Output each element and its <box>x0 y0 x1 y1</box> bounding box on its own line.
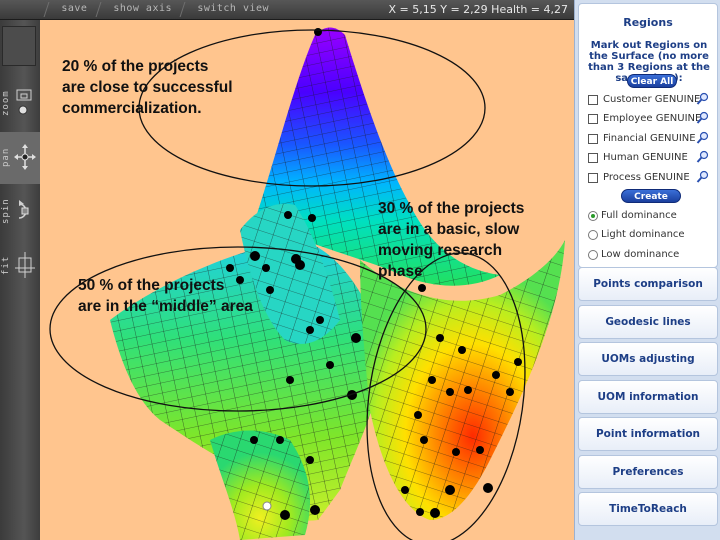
geodesic-lines-button[interactable]: Geodesic lines <box>578 305 718 339</box>
uoms-adjusting-button[interactable]: UOMs adjusting <box>578 342 718 376</box>
regions-section: Regions Mark out Regions on the Surface … <box>578 3 718 268</box>
checkbox-label: Human GENUINE <box>603 152 688 163</box>
checkbox-label: Process GENUINE <box>603 172 690 183</box>
create-new-button[interactable]: Create New <box>621 189 681 216</box>
region-checkbox-customer[interactable]: Customer GENUINE <box>586 92 712 108</box>
spin-tool[interactable]: spin <box>0 186 40 238</box>
checkbox[interactable] <box>588 95 598 105</box>
pan-tool-label: pan <box>1 147 11 167</box>
magnifier-icon[interactable] <box>696 150 710 164</box>
annotation-middle: 50 % of the projects are in the “middle”… <box>78 277 253 315</box>
preferences-button[interactable]: Preferences <box>578 455 718 489</box>
magnifier-icon[interactable] <box>696 92 710 106</box>
zoom-tool[interactable]: zoom <box>0 78 40 130</box>
spin-icon <box>18 200 29 219</box>
annotation-right: 30 % of the projects are in a basic, slo… <box>378 200 525 280</box>
region-checkbox-human[interactable]: Human GENUINE <box>586 150 712 166</box>
regions-title: Regions <box>623 16 673 29</box>
fit-tool[interactable]: fit <box>0 240 40 292</box>
surface-viewport[interactable]: 20 % of the projects are close to succes… <box>40 20 574 540</box>
radio-light-dominance[interactable]: Light dominance <box>586 227 712 243</box>
radio-button[interactable] <box>588 250 598 260</box>
tool-rail: zoom pan spin fit <box>0 20 40 540</box>
radio-button[interactable] <box>588 211 598 221</box>
radio-label: Low dominance <box>601 249 680 260</box>
zoom-icon <box>16 89 32 115</box>
save-button[interactable]: save <box>43 2 100 17</box>
pan-icon <box>14 144 36 170</box>
point-information-button[interactable]: Point information <box>578 417 718 451</box>
clear-all-button[interactable]: Clear All <box>627 74 677 88</box>
rail-header <box>2 26 36 66</box>
annotation-top: 20 % of the projects are close to succes… <box>62 58 233 117</box>
checkbox[interactable] <box>588 153 598 163</box>
radio-full-dominance[interactable]: Full dominance <box>586 208 712 224</box>
checkbox-label: Customer GENUINE <box>603 94 701 105</box>
fit-tool-label: fit <box>1 255 11 275</box>
show-axis-button[interactable]: show axis <box>95 2 185 17</box>
radio-label: Full dominance <box>601 210 677 221</box>
points-comparison-button[interactable]: Points comparison <box>578 267 718 301</box>
uom-information-button[interactable]: UOM information <box>578 380 718 414</box>
magnifier-icon[interactable] <box>696 170 710 184</box>
time-to-reach-button[interactable]: TimeToReach <box>578 492 718 526</box>
checkbox[interactable] <box>588 173 598 183</box>
pan-tool[interactable]: pan <box>0 132 40 184</box>
magnifier-icon[interactable] <box>696 111 710 125</box>
radio-low-dominance[interactable]: Low dominance <box>586 247 712 263</box>
coordinate-readout: X = 5,15 Y = 2,29 Health = 4,27 <box>388 3 568 16</box>
radio-button[interactable] <box>588 230 598 240</box>
zoom-tool-label: zoom <box>1 90 11 116</box>
switch-view-button[interactable]: switch view <box>179 2 282 17</box>
radio-label: Light dominance <box>601 229 685 240</box>
fit-icon <box>15 252 35 278</box>
top-toolbar: save show axis switch view X = 5,15 Y = … <box>0 0 574 20</box>
checkbox[interactable] <box>588 114 598 124</box>
region-checkbox-employee[interactable]: Employee GENUINE <box>586 111 712 127</box>
spin-tool-label: spin <box>1 198 11 224</box>
checkbox[interactable] <box>588 134 598 144</box>
region-checkbox-financial[interactable]: Financial GENUINE <box>586 131 712 147</box>
checkbox-label: Employee GENUINE <box>603 113 702 124</box>
right-panel: Regions Mark out Regions on the Surface … <box>574 0 720 540</box>
region-checkbox-process[interactable]: Process GENUINE <box>586 170 712 186</box>
checkbox-label: Financial GENUINE <box>603 133 696 144</box>
magnifier-icon[interactable] <box>696 131 710 145</box>
